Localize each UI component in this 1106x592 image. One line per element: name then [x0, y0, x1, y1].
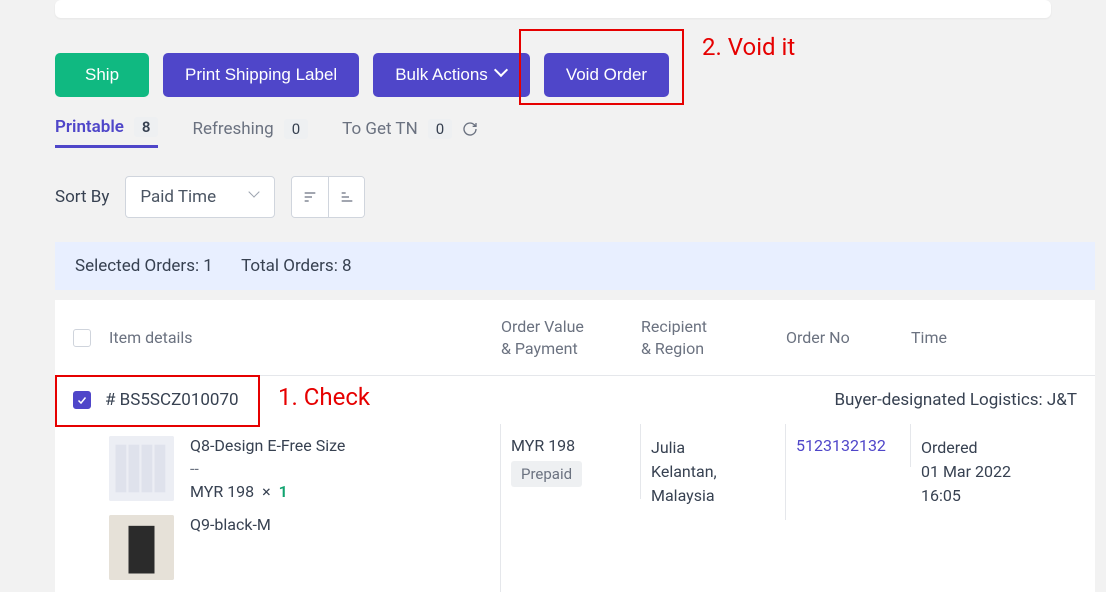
- tab-to-get-tn[interactable]: To Get TN 0: [342, 119, 478, 147]
- print-shipping-label-button[interactable]: Print Shipping Label: [163, 53, 359, 97]
- order-value: MYR 198: [511, 436, 630, 455]
- product-thumbnail: [109, 515, 174, 580]
- order-checkbox[interactable]: [73, 391, 91, 409]
- refresh-icon[interactable]: [462, 121, 478, 137]
- bulk-actions-label: Bulk Actions: [395, 65, 488, 85]
- order-value-cell: MYR 198 Prepaid: [501, 424, 641, 499]
- selection-summary-bar: Selected Orders: 1 Total Orders: 8: [55, 242, 1095, 290]
- tab-refreshing[interactable]: Refreshing 0: [192, 119, 308, 147]
- order-header: # BS5SCZ010070 Buyer-designated Logistic…: [55, 376, 1095, 424]
- payment-badge: Prepaid: [511, 461, 582, 487]
- th-order-value-l1: Order Value: [501, 316, 641, 338]
- order-body: Q8-Design E-Free Size -- MYR 198 × 1: [55, 424, 1095, 592]
- tab-printable-label: Printable: [55, 117, 124, 137]
- tab-to-get-tn-count: 0: [428, 119, 452, 139]
- recipient-name: Julia: [651, 436, 775, 460]
- void-order-button[interactable]: Void Order: [544, 53, 669, 97]
- time-cell: Ordered 01 Mar 2022 16:05: [911, 424, 1061, 520]
- selected-orders-text: Selected Orders: 1: [75, 256, 213, 276]
- th-time: Time: [911, 328, 1031, 347]
- table-header-row: Item details Order Value & Payment Recip…: [55, 300, 1095, 375]
- total-orders-text: Total Orders: 8: [241, 256, 352, 276]
- line-item: Q9-black-M: [109, 515, 490, 580]
- annotation-void-text: 2. Void it: [702, 33, 795, 61]
- line-item: Q8-Design E-Free Size -- MYR 198 × 1: [109, 436, 490, 501]
- product-price-line: MYR 198 × 1: [190, 482, 345, 501]
- product-price: MYR 198: [190, 482, 254, 501]
- product-times: ×: [262, 482, 271, 501]
- th-order-value: Order Value & Payment: [501, 316, 641, 359]
- sort-direction-group: [291, 176, 365, 218]
- sort-desc-button[interactable]: [292, 177, 328, 217]
- recipient-cell: Julia Kelantan, Malaysia: [641, 424, 786, 520]
- chevron-down-icon: [250, 192, 260, 202]
- select-all-checkbox[interactable]: [73, 329, 91, 347]
- th-recipient-l2: & Region: [641, 338, 786, 360]
- product-thumbnail: [109, 436, 174, 501]
- order-row: # BS5SCZ010070 Buyer-designated Logistic…: [55, 375, 1095, 592]
- annotation-check-text: 1. Check: [278, 383, 370, 411]
- sort-by-label: Sort By: [55, 187, 109, 207]
- th-recipient: Recipient & Region: [641, 316, 786, 359]
- sort-asc-button[interactable]: [328, 177, 364, 217]
- order-number: # BS5SCZ010070: [105, 390, 239, 410]
- order-items: Q8-Design E-Free Size -- MYR 198 × 1: [109, 424, 501, 592]
- th-order-value-l2: & Payment: [501, 338, 641, 360]
- th-item-details: Item details: [109, 328, 501, 347]
- ship-button[interactable]: Ship: [55, 53, 149, 97]
- product-name: Q9-black-M: [190, 515, 271, 534]
- sort-by-value: Paid Time: [140, 187, 216, 207]
- th-order-no: Order No: [786, 328, 911, 347]
- tab-printable[interactable]: Printable 8: [55, 117, 158, 148]
- chevron-down-icon: [496, 69, 508, 81]
- tab-refreshing-label: Refreshing: [192, 119, 273, 139]
- product-sub: --: [190, 459, 345, 478]
- top-card-edge: [55, 0, 1051, 18]
- tabs: Printable 8 Refreshing 0 To Get TN 0: [55, 117, 1095, 148]
- sort-row: Sort By Paid Time: [55, 176, 1095, 218]
- orders-table: Item details Order Value & Payment Recip…: [55, 300, 1095, 592]
- tab-printable-count: 8: [134, 117, 159, 137]
- tab-to-get-tn-label: To Get TN: [342, 119, 418, 139]
- order-status: Ordered: [921, 436, 1051, 460]
- order-logistics: Buyer-designated Logistics: J&T: [834, 390, 1077, 410]
- bulk-actions-button[interactable]: Bulk Actions: [373, 53, 530, 97]
- th-recipient-l1: Recipient: [641, 316, 786, 338]
- order-time: 01 Mar 2022 16:05: [921, 460, 1051, 508]
- toolbar: Ship Print Shipping Label Bulk Actions V…: [55, 53, 1095, 97]
- product-qty: 1: [279, 482, 288, 501]
- order-no-cell: 5123132132: [786, 424, 911, 467]
- product-name: Q8-Design E-Free Size: [190, 436, 345, 455]
- tab-refreshing-count: 0: [284, 119, 308, 139]
- recipient-region: Kelantan, Malaysia: [651, 460, 775, 508]
- order-no-link[interactable]: 5123132132: [796, 436, 886, 455]
- sort-by-select[interactable]: Paid Time: [125, 176, 275, 218]
